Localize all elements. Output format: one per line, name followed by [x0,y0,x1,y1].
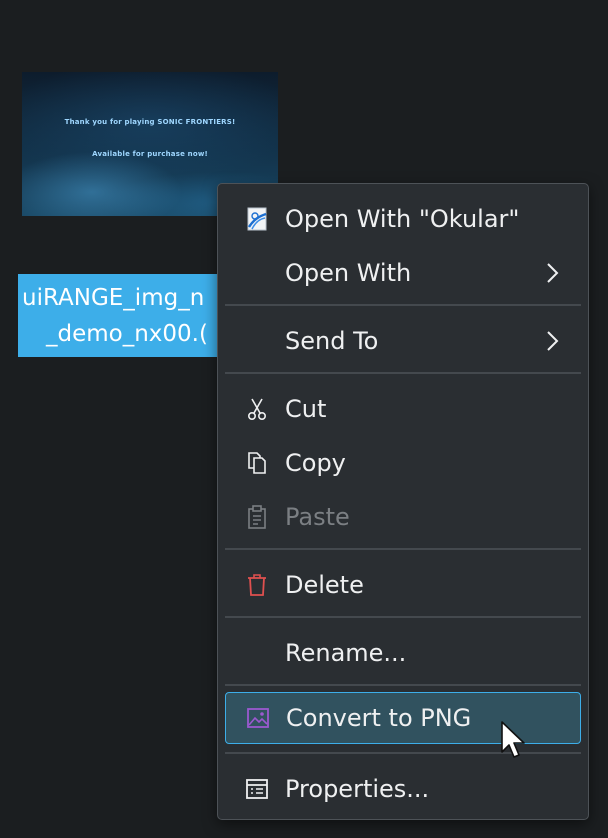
menu-item-rename[interactable]: Rename... [225,630,581,676]
menu-separator [225,548,581,550]
menu-item-label: Properties... [285,775,430,803]
menu-item-label: Copy [285,449,346,477]
menu-separator [225,684,581,686]
menu-item-label: Paste [285,503,350,531]
chevron-right-icon [543,261,561,285]
scissors-icon [245,397,269,421]
menu-item-paste[interactable]: Paste [225,494,581,540]
thumbnail-text-line-2: Available for purchase now! [92,150,208,158]
file-name-line-2: _demo_nx00.( [46,321,208,347]
file-name-label[interactable]: uiRANGE_img_n _demo_nx00.( [18,274,230,357]
file-name-line-1: uiRANGE_img_n [22,285,205,311]
menu-item-copy[interactable]: Copy [225,440,581,486]
properties-icon [245,777,269,801]
menu-separator [225,372,581,374]
trash-icon [245,573,269,597]
menu-item-label: Open With "Okular" [285,205,520,233]
menu-item-cut[interactable]: Cut [225,386,581,432]
menu-item-label: Send To [285,327,379,355]
copy-icon [245,451,269,475]
chevron-right-icon [543,329,561,353]
mouse-cursor-icon [500,720,528,762]
menu-item-send-to[interactable]: Send To [225,318,581,364]
menu-separator [225,616,581,618]
clipboard-icon [245,505,269,529]
menu-separator [225,304,581,306]
menu-item-open-with[interactable]: Open With [225,250,581,296]
menu-item-label: Rename... [285,639,407,667]
menu-item-open-with-okular[interactable]: Open With "Okular" [225,196,581,242]
context-menu: Open With "Okular" Open With Send To Cut… [217,183,589,820]
thumbnail-text-line-1: Thank you for playing SONIC FRONTIERS! [64,118,236,126]
menu-item-label: Open With [285,259,412,287]
okular-icon [245,207,269,231]
menu-item-properties[interactable]: Properties... [225,766,581,812]
menu-item-label: Cut [285,395,327,423]
image-icon [246,706,270,730]
menu-item-delete[interactable]: Delete [225,562,581,608]
desktop: Thank you for playing SONIC FRONTIERS! A… [0,0,608,838]
menu-item-label: Convert to PNG [286,704,472,732]
menu-item-label: Delete [285,571,364,599]
